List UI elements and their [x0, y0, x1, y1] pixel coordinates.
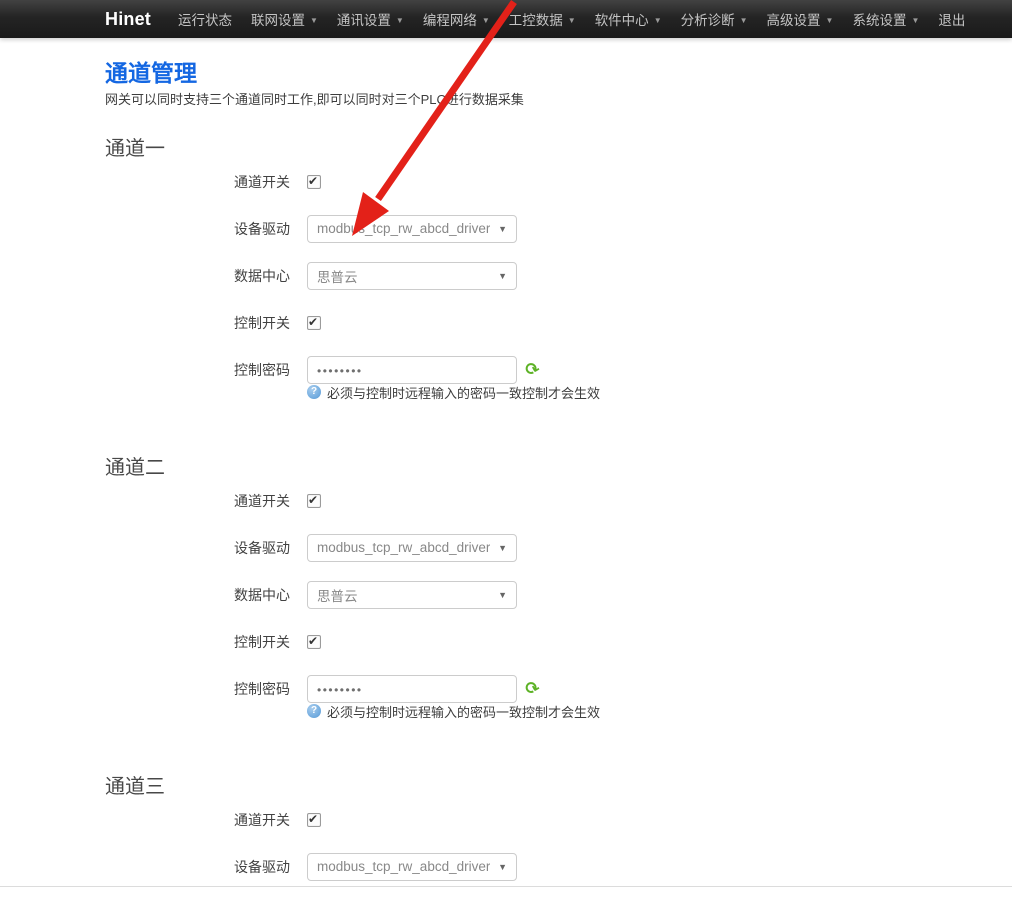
channel-1-switch-checkbox[interactable] [307, 175, 321, 189]
refresh-icon[interactable]: ⟳ [523, 359, 541, 379]
channel-2-device-driver-select[interactable]: modbus_tcp_rw_abcd_driver ▼ [307, 534, 517, 562]
nav-item-label: 编程网络 [423, 9, 477, 29]
channel-2-datacenter-row: 数据中心 思普云 ▼ [105, 571, 1012, 618]
chevron-down-icon: ▼ [568, 16, 576, 25]
device-driver-label: 设备驱动 [105, 538, 307, 558]
device-driver-label: 设备驱动 [105, 219, 307, 239]
channel-3-driver-row: 设备驱动 modbus_tcp_rw_abcd_driver ▼ [105, 843, 1012, 890]
chevron-down-icon: ▼ [396, 16, 404, 25]
channel-3-title: 通道三 [105, 777, 1012, 798]
chevron-down-icon: ▼ [654, 16, 662, 25]
help-icon: ? [307, 704, 321, 718]
nav-item-label: 退出 [938, 9, 965, 29]
chevron-down-icon: ▼ [498, 863, 507, 872]
channel-3-device-driver-select[interactable]: modbus_tcp_rw_abcd_driver ▼ [307, 853, 517, 881]
select-value: modbus_tcp_rw_abcd_driver [317, 540, 490, 555]
chevron-down-icon: ▼ [826, 16, 834, 25]
channel-2-data-center-select[interactable]: 思普云 ▼ [307, 581, 517, 609]
nav-item-label: 通讯设置 [337, 9, 391, 29]
nav-item-comm-settings[interactable]: 通讯设置 ▼ [337, 9, 404, 29]
channel-switch-label: 通道开关 [105, 172, 307, 192]
data-center-label: 数据中心 [105, 266, 307, 286]
select-value: 思普云 [317, 266, 358, 286]
control-switch-label: 控制开关 [105, 313, 307, 333]
chevron-down-icon: ▼ [911, 16, 919, 25]
password-help-text: 必须与控制时远程输入的密码一致控制才会生效 [327, 702, 600, 721]
top-navbar: Hinet 运行状态 联网设置 ▼ 通讯设置 ▼ 编程网络 ▼ 工控数据 ▼ 软件中心 ▼… [0, 0, 1012, 38]
nav-item-label: 软件中心 [595, 9, 649, 29]
channel-2-switch-checkbox[interactable] [307, 494, 321, 508]
chevron-down-icon: ▼ [482, 16, 490, 25]
chevron-down-icon: ▼ [498, 272, 507, 281]
nav-item-running-status[interactable]: 运行状态 [178, 9, 232, 29]
channel-2-title: 通道二 [105, 458, 1012, 479]
data-center-label: 数据中心 [105, 585, 307, 605]
page-subtitle: 网关可以同时支持三个通道同时工作,即可以同时对三个PLC进行数据采集 [105, 92, 1012, 107]
channel-1-device-driver-select[interactable]: modbus_tcp_rw_abcd_driver ▼ [307, 215, 517, 243]
channel-3-switch-checkbox[interactable] [307, 813, 321, 827]
chevron-down-icon: ▼ [740, 16, 748, 25]
nav-item-label: 系统设置 [852, 9, 906, 29]
channel-2-switch-row: 通道开关 [105, 477, 1012, 524]
channel-1-password-help: ? 必须与控制时远程输入的密码一致控制才会生效 [105, 384, 1012, 400]
channel-1-datacenter-row: 数据中心 思普云 ▼ [105, 252, 1012, 299]
nav-item-analysis-diagnosis[interactable]: 分析诊断 ▼ [681, 9, 748, 29]
channel-2-control-password-input[interactable]: •••••••• [307, 675, 517, 703]
channel-3-section: 通道三 通道开关 设备驱动 modbus_tcp_rw_abcd_driver … [105, 777, 1012, 890]
nav-item-label: 工控数据 [509, 9, 563, 29]
channel-2-driver-row: 设备驱动 modbus_tcp_rw_abcd_driver ▼ [105, 524, 1012, 571]
select-value: modbus_tcp_rw_abcd_driver [317, 859, 490, 874]
nav-item-label: 运行状态 [178, 9, 232, 29]
chevron-down-icon: ▼ [498, 225, 507, 234]
password-help-text: 必须与控制时远程输入的密码一致控制才会生效 [327, 383, 600, 402]
channel-1-title: 通道一 [105, 139, 1012, 160]
channel-1-control-password-input[interactable]: •••••••• [307, 356, 517, 384]
channel-1-control-switch-checkbox[interactable] [307, 316, 321, 330]
nav-item-industrial-data[interactable]: 工控数据 ▼ [509, 9, 576, 29]
channel-1-switch-row: 通道开关 [105, 158, 1012, 205]
nav-item-label: 高级设置 [767, 9, 821, 29]
channel-1-driver-row: 设备驱动 modbus_tcp_rw_abcd_driver ▼ [105, 205, 1012, 252]
nav-item-software-center[interactable]: 软件中心 ▼ [595, 9, 662, 29]
control-password-label: 控制密码 [105, 360, 307, 380]
brand-logo[interactable]: Hinet [105, 9, 151, 30]
chevron-down-icon: ▼ [498, 591, 507, 600]
channel-1-data-center-select[interactable]: 思普云 ▼ [307, 262, 517, 290]
nav-item-logout[interactable]: 退出 [938, 9, 965, 29]
nav-item-advanced-settings[interactable]: 高级设置 ▼ [767, 9, 834, 29]
channel-switch-label: 通道开关 [105, 491, 307, 511]
control-switch-label: 控制开关 [105, 632, 307, 652]
chevron-down-icon: ▼ [310, 16, 318, 25]
nav-item-label: 分析诊断 [681, 9, 735, 29]
page-title: 通道管理 [105, 60, 1012, 86]
device-driver-label: 设备驱动 [105, 857, 307, 877]
channel-2-control-switch-checkbox[interactable] [307, 635, 321, 649]
select-value: 思普云 [317, 585, 358, 605]
channel-2-password-help: ? 必须与控制时远程输入的密码一致控制才会生效 [105, 703, 1012, 719]
channel-3-switch-row: 通道开关 [105, 796, 1012, 843]
refresh-icon[interactable]: ⟳ [523, 678, 541, 698]
help-icon: ? [307, 385, 321, 399]
channel-1-control-switch-row: 控制开关 [105, 299, 1012, 346]
select-value: modbus_tcp_rw_abcd_driver [317, 221, 490, 236]
nav-item-system-settings[interactable]: 系统设置 ▼ [852, 9, 919, 29]
nav-item-network-settings[interactable]: 联网设置 ▼ [251, 9, 318, 29]
nav-item-programming-network[interactable]: 编程网络 ▼ [423, 9, 490, 29]
nav-item-label: 联网设置 [251, 9, 305, 29]
chevron-down-icon: ▼ [498, 544, 507, 553]
channel-2-section: 通道二 通道开关 设备驱动 modbus_tcp_rw_abcd_driver … [105, 458, 1012, 719]
channel-switch-label: 通道开关 [105, 810, 307, 830]
control-password-label: 控制密码 [105, 679, 307, 699]
channel-1-section: 通道一 通道开关 设备驱动 modbus_tcp_rw_abcd_driver … [105, 139, 1012, 400]
main-content: 通道管理 网关可以同时支持三个通道同时工作,即可以同时对三个PLC进行数据采集 … [0, 38, 1012, 890]
channel-2-control-switch-row: 控制开关 [105, 618, 1012, 665]
